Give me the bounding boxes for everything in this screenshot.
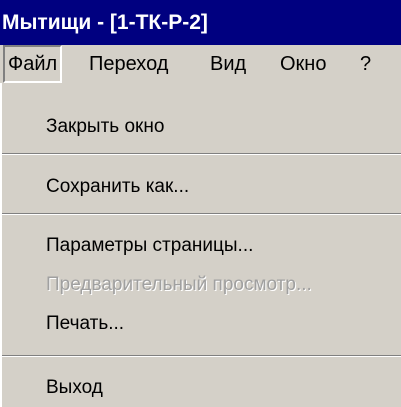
window-title-bar[interactable]: Мытищи - [1-ТК-Р-2]: [0, 0, 401, 45]
window-title: Мытищи - [1-ТК-Р-2]: [2, 11, 208, 34]
menu-separator: [2, 213, 401, 215]
menu-item-print[interactable]: Печать...: [46, 313, 124, 335]
menu-separator: [2, 153, 401, 155]
menu-file[interactable]: Файл: [3, 45, 63, 83]
menu-item-close-window[interactable]: Закрыть окно: [46, 116, 164, 138]
file-menu-dropdown: Закрыть окно Сохранить как... Параметры …: [0, 83, 401, 407]
menu-item-print-preview: Предварительный просмотр...: [46, 274, 312, 295]
menu-bar: Файл Переход Вид Окно ?: [0, 45, 401, 83]
menu-item-page-setup[interactable]: Параметры страницы...: [46, 235, 253, 257]
menu-navigate[interactable]: Переход: [89, 45, 168, 83]
menu-item-exit[interactable]: Выход: [46, 377, 103, 399]
menu-help[interactable]: ?: [360, 45, 371, 83]
menu-item-save-as[interactable]: Сохранить как...: [46, 176, 189, 198]
menu-separator: [2, 355, 401, 357]
menu-view[interactable]: Вид: [210, 45, 246, 83]
menu-window[interactable]: Окно: [280, 45, 326, 83]
